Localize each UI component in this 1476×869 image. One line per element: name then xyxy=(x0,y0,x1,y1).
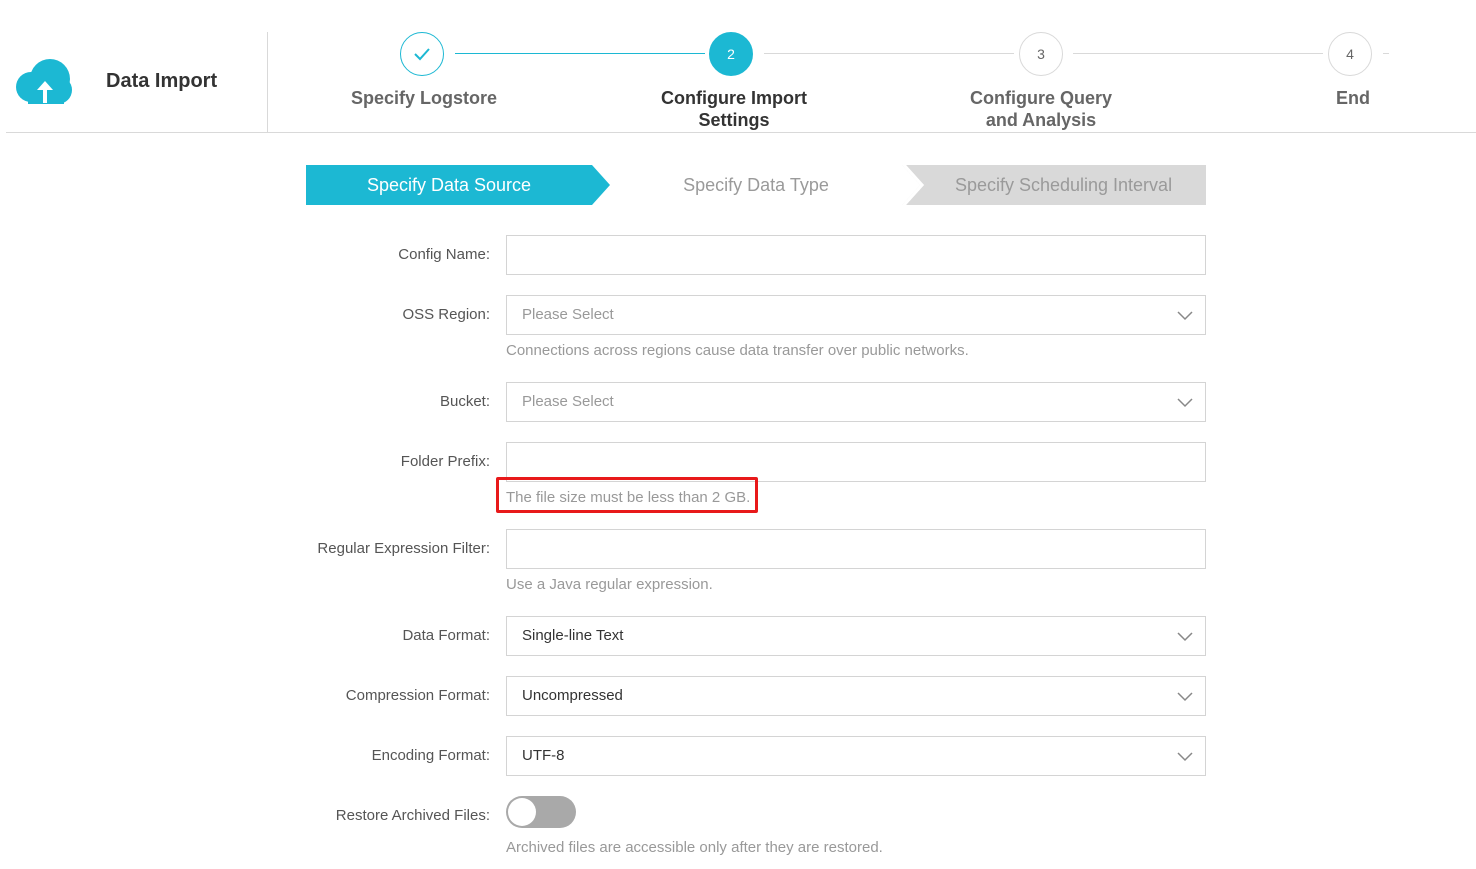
oss-region-help: Connections across regions cause data tr… xyxy=(506,342,969,359)
step-2-label: Configure Import Settings xyxy=(634,87,834,131)
chevron-down-icon xyxy=(1177,632,1193,642)
header-bottom-border xyxy=(6,132,1476,133)
restore-archived-toggle[interactable] xyxy=(506,796,576,828)
regex-filter-label: Regular Expression Filter: xyxy=(317,540,490,557)
chevron-down-icon xyxy=(1177,692,1193,702)
step-connector-1 xyxy=(455,53,705,54)
encoding-format-value: UTF-8 xyxy=(522,747,565,764)
folder-prefix-label: Folder Prefix: xyxy=(400,453,490,470)
config-name-input[interactable] xyxy=(506,235,1206,275)
oss-region-placeholder: Please Select xyxy=(522,306,614,323)
step-connector-3 xyxy=(1073,53,1323,54)
restore-archived-help: Archived files are accessible only after… xyxy=(506,839,883,856)
chevron-down-icon xyxy=(1177,398,1193,408)
compression-format-label: Compression Format: xyxy=(345,687,490,704)
step-2-label-text: Configure Import Settings xyxy=(661,88,807,130)
substep-bar: Specify Data Source Specify Data Type Sp… xyxy=(306,165,1206,205)
check-icon xyxy=(414,48,430,61)
highlight-annotation xyxy=(496,477,758,513)
step-2-indicator: 2 xyxy=(709,32,753,76)
step-3-label: Configure Query and Analysis xyxy=(941,87,1141,131)
data-format-label: Data Format: xyxy=(402,627,490,644)
header-divider xyxy=(267,32,268,132)
step-1-indicator xyxy=(400,32,444,76)
oss-region-select[interactable]: Please Select xyxy=(506,295,1206,335)
restore-archived-label: Restore Archived Files: xyxy=(335,807,490,824)
oss-region-label: OSS Region: xyxy=(402,306,490,323)
step-4-label: End xyxy=(1336,88,1370,108)
substep-specify-scheduling-interval[interactable]: Specify Scheduling Interval xyxy=(911,165,1216,205)
step-4-indicator: 4 xyxy=(1328,32,1372,76)
bucket-select[interactable]: Please Select xyxy=(506,382,1206,422)
chevron-down-icon xyxy=(1177,311,1193,321)
substep-specify-data-type[interactable]: Specify Data Type xyxy=(606,165,906,205)
wizard-header: Data Import Specify Logstore 2 Configure… xyxy=(0,0,1476,134)
compression-format-value: Uncompressed xyxy=(522,687,623,704)
app-title: Data Import xyxy=(106,70,218,92)
step-3-indicator: 3 xyxy=(1019,32,1063,76)
substep-specify-data-source[interactable]: Specify Data Source xyxy=(306,165,592,205)
bucket-label: Bucket: xyxy=(439,393,490,410)
folder-prefix-input[interactable] xyxy=(506,442,1206,482)
step-1-label: Specify Logstore xyxy=(350,88,498,108)
data-format-value: Single-line Text xyxy=(522,627,624,644)
cloud-upload-icon xyxy=(16,59,72,104)
step-connector-4 xyxy=(1383,53,1389,54)
regex-filter-help: Use a Java regular expression. xyxy=(506,576,713,593)
chevron-down-icon xyxy=(1177,752,1193,762)
encoding-format-label: Encoding Format: xyxy=(371,747,490,764)
regex-filter-input[interactable] xyxy=(506,529,1206,569)
config-name-label: Config Name: xyxy=(398,246,490,263)
toggle-knob xyxy=(508,798,536,826)
step-connector-2 xyxy=(764,53,1014,54)
step-3-label-text: Configure Query and Analysis xyxy=(969,88,1112,130)
encoding-format-select[interactable]: UTF-8 xyxy=(506,736,1206,776)
bucket-placeholder: Please Select xyxy=(522,393,614,410)
compression-format-select[interactable]: Uncompressed xyxy=(506,676,1206,716)
data-format-select[interactable]: Single-line Text xyxy=(506,616,1206,656)
